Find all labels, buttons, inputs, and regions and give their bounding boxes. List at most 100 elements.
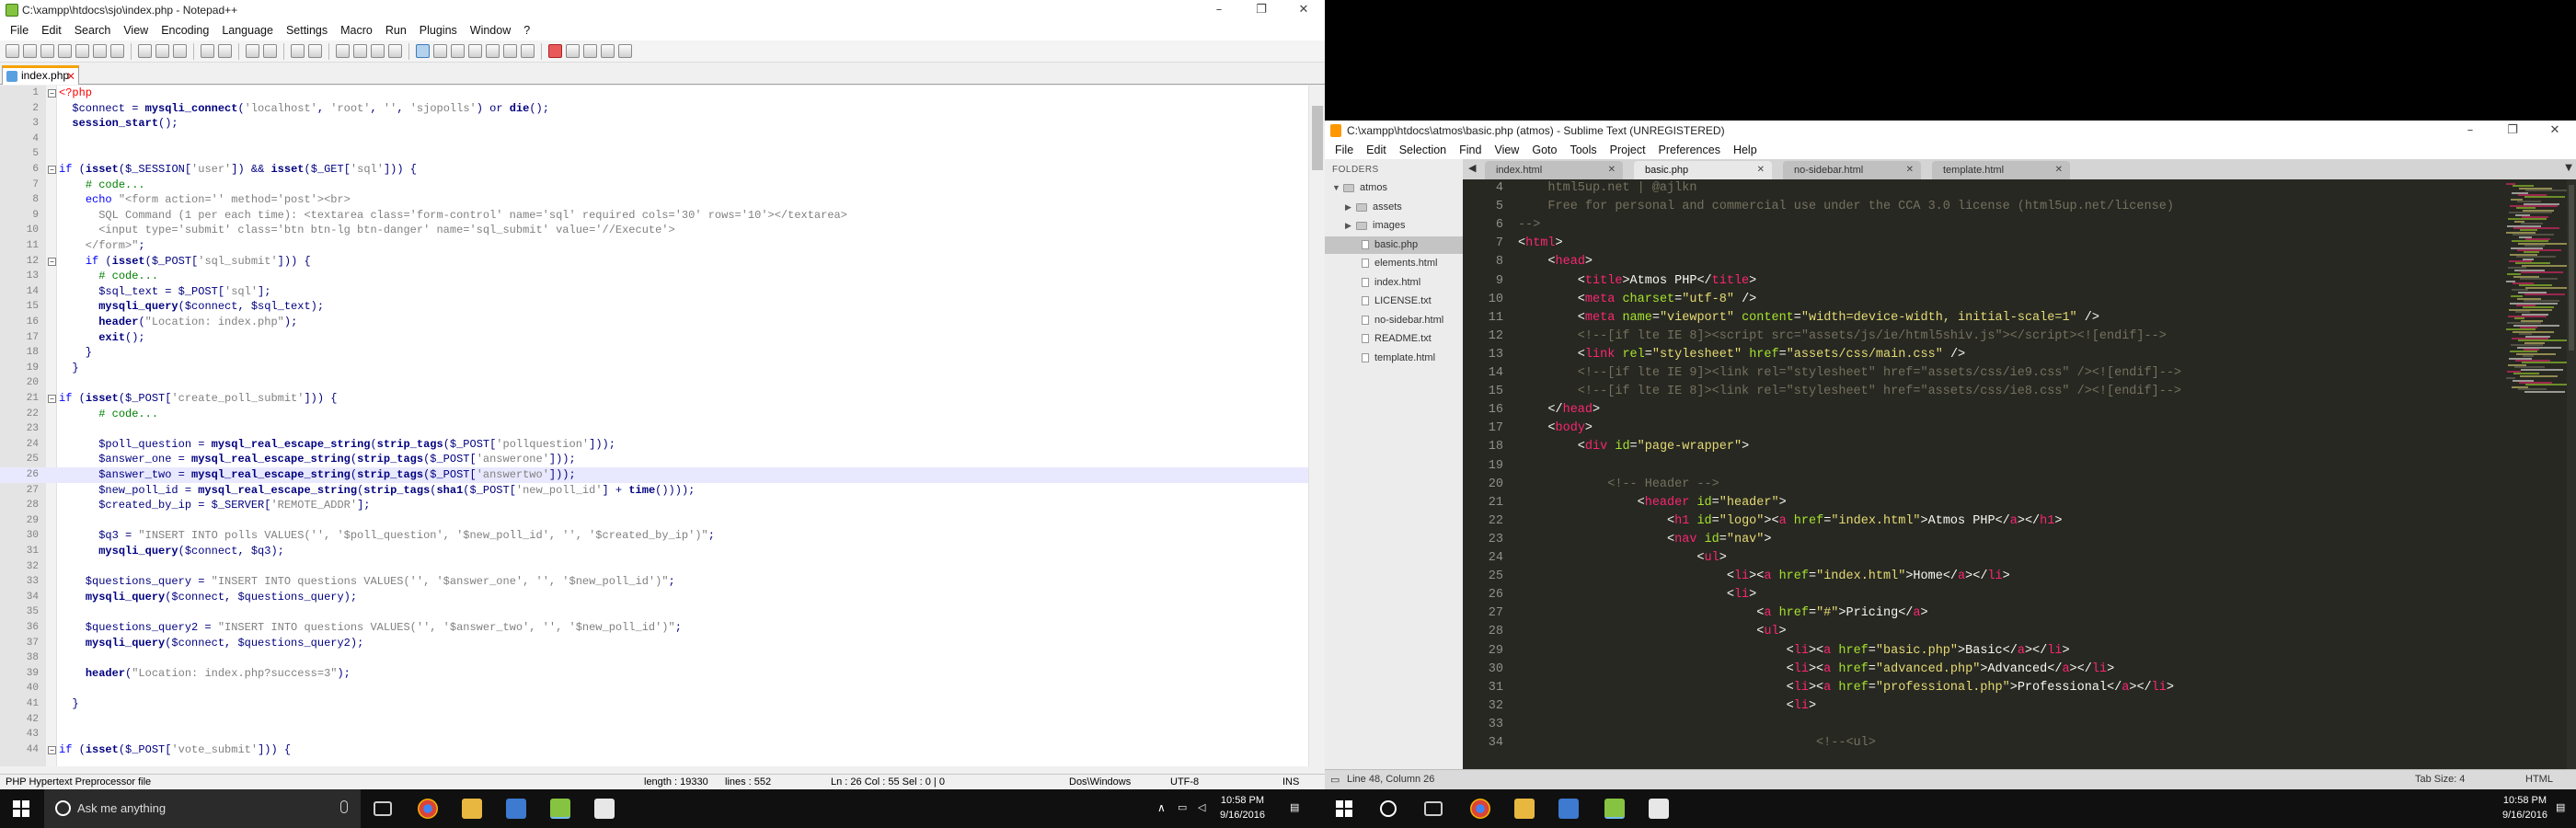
- code-line[interactable]: 28 <ul>: [1463, 623, 2576, 641]
- npp-menu-language[interactable]: Language: [222, 24, 273, 37]
- store-icon[interactable]: [506, 799, 526, 819]
- replace-icon[interactable]: [263, 44, 277, 58]
- code-line[interactable]: 12 <!--[if lte IE 8]><script src="assets…: [1463, 328, 2576, 346]
- chrome-icon[interactable]: [418, 799, 438, 819]
- code-line[interactable]: 5: [0, 146, 1308, 162]
- copy-icon[interactable]: [155, 44, 169, 58]
- play-macro-icon[interactable]: [583, 44, 597, 58]
- code-line[interactable]: 44− if (isset($_POST['vote_submit'])) {: [0, 742, 1308, 758]
- user-language-icon[interactable]: [433, 44, 447, 58]
- fold-toggle-icon[interactable]: −: [48, 745, 56, 754]
- start-button[interactable]: [13, 800, 29, 817]
- npp-menu-plugins[interactable]: Plugins: [420, 24, 457, 37]
- code-line[interactable]: 26 $answer_two = mysql_real_escape_strin…: [0, 467, 1308, 483]
- code-line[interactable]: 20 <!-- Header -->: [1463, 476, 2576, 494]
- volume-icon[interactable]: ◁: [1198, 800, 1205, 815]
- code-line[interactable]: 38: [0, 650, 1308, 666]
- eye-icon[interactable]: [521, 44, 535, 58]
- cortana-icon-secondary[interactable]: [1380, 800, 1397, 817]
- minimize-icon[interactable]: –: [1198, 0, 1240, 20]
- paste-icon[interactable]: [173, 44, 187, 58]
- close-file-icon[interactable]: [75, 44, 89, 58]
- close-tab-icon[interactable]: ✕: [66, 69, 75, 85]
- npp-menu-search[interactable]: Search: [75, 24, 111, 37]
- code-line[interactable]: 29: [0, 513, 1308, 529]
- indent-guide-icon[interactable]: [416, 44, 430, 58]
- npp-horizontal-scrollbar[interactable]: [0, 766, 1308, 774]
- npp-menu-[interactable]: ?: [523, 24, 530, 37]
- collapsed-arrow-icon[interactable]: ▶: [1345, 199, 1351, 216]
- notepad-taskbar-icon[interactable]: [594, 799, 615, 819]
- code-line[interactable]: 14 $sql_text = $_POST['sql'];: [0, 284, 1308, 300]
- code-line[interactable]: 9 <title>Atmos PHP</title>: [1463, 272, 2576, 291]
- code-line[interactable]: 31 <li><a href="professional.php">Profes…: [1463, 679, 2576, 697]
- panel-toggle-icon[interactable]: ▭: [1330, 774, 1340, 786]
- code-line[interactable]: 24 <ul>: [1463, 549, 2576, 568]
- status-syntax[interactable]: HTML: [2525, 774, 2553, 785]
- code-line[interactable]: 15 mysqli_query($connect, $sql_text);: [0, 299, 1308, 315]
- tab-overflow-icon[interactable]: ▼: [2565, 163, 2572, 173]
- code-line[interactable]: 40: [0, 681, 1308, 696]
- cortana-search-box[interactable]: Ask me anything: [44, 789, 361, 828]
- code-line[interactable]: 33: [1463, 716, 2576, 734]
- start-button-secondary[interactable]: [1336, 800, 1352, 817]
- code-line[interactable]: 17 <body>: [1463, 420, 2576, 438]
- close-tab-icon[interactable]: ✕: [2055, 161, 2063, 179]
- code-line[interactable]: 10 <input type='submit' class='btn btn-l…: [0, 223, 1308, 238]
- code-line[interactable]: 22 <h1 id="logo"><a href="index.html">At…: [1463, 512, 2576, 531]
- network-icon[interactable]: ▭: [1178, 800, 1187, 815]
- fold-toggle-icon[interactable]: −: [48, 257, 56, 266]
- fold-toggle-icon[interactable]: −: [48, 166, 56, 174]
- npp-vertical-scrollbar[interactable]: [1308, 86, 1325, 766]
- code-line[interactable]: 42: [0, 712, 1308, 728]
- print-icon[interactable]: [110, 44, 124, 58]
- code-line[interactable]: 21 − if (isset($_POST['create_poll_submit'…: [0, 391, 1308, 407]
- notepadpp-taskbar-icon-secondary[interactable]: [1604, 799, 1625, 819]
- code-line[interactable]: 28 $created_by_ip = $_SERVER['REMOTE_ADD…: [0, 498, 1308, 513]
- zoom-out-icon[interactable]: [308, 44, 322, 58]
- close-icon[interactable]: ✕: [2534, 121, 2576, 141]
- code-line[interactable]: 27 <a href="#">Pricing</a>: [1463, 604, 2576, 623]
- code-line[interactable]: 18 <div id="page-wrapper">: [1463, 438, 2576, 456]
- code-line[interactable]: 36 $questions_query2 = "INSERT INTO ques…: [0, 620, 1308, 636]
- code-line[interactable]: 3 session_start();: [0, 116, 1308, 132]
- microphone-icon[interactable]: [340, 800, 348, 813]
- code-line[interactable]: 19: [1463, 457, 2576, 476]
- fold-toggle-icon[interactable]: −: [48, 89, 56, 98]
- npp-menu-macro[interactable]: Macro: [340, 24, 373, 37]
- code-line[interactable]: 12− if (isset($_POST['sql_submit'])) {: [0, 254, 1308, 270]
- sidebar-item-license-txt[interactable]: LICENSE.txt: [1325, 293, 1463, 310]
- code-line[interactable]: 4: [0, 132, 1308, 147]
- npp-menu-edit[interactable]: Edit: [41, 24, 62, 37]
- expanded-arrow-icon[interactable]: ▼: [1332, 179, 1340, 197]
- code-line[interactable]: 11 <meta name="viewport" content="width=…: [1463, 309, 2576, 328]
- sublime-menu-file[interactable]: File: [1335, 144, 1353, 156]
- sync-horizontal-icon[interactable]: [353, 44, 367, 58]
- sublime-menu-help[interactable]: Help: [1733, 144, 1757, 156]
- code-line[interactable]: 7 <html>: [1463, 235, 2576, 253]
- status-tab-size[interactable]: Tab Size: 4: [2415, 774, 2465, 785]
- code-line[interactable]: 26 <li>: [1463, 586, 2576, 604]
- code-line[interactable]: 21 <header id="header">: [1463, 494, 2576, 512]
- sublime-scrollbar[interactable]: [2567, 179, 2576, 769]
- code-line[interactable]: 8 echo "<form action='' method='post'><b…: [0, 192, 1308, 208]
- new-file-icon[interactable]: [6, 44, 19, 58]
- cut-icon[interactable]: [138, 44, 152, 58]
- code-line[interactable]: 17 exit();: [0, 330, 1308, 346]
- maximize-icon[interactable]: ❐: [2491, 121, 2534, 141]
- code-line[interactable]: 13 # code...: [0, 269, 1308, 284]
- code-line[interactable]: 27 $new_poll_id = mysql_real_escape_stri…: [0, 483, 1308, 499]
- npp-menu-encoding[interactable]: Encoding: [161, 24, 209, 37]
- sidebar-item-images[interactable]: ▶ images: [1325, 217, 1463, 235]
- npp-menu-file[interactable]: File: [10, 24, 29, 37]
- save-icon[interactable]: [40, 44, 54, 58]
- sublime-tab-template-html[interactable]: template.html ✕: [1932, 161, 2070, 179]
- code-line[interactable]: 10 <meta charset="utf-8" />: [1463, 291, 2576, 309]
- save-all-icon[interactable]: [58, 44, 72, 58]
- sublime-menu-goto[interactable]: Goto: [1532, 144, 1557, 156]
- code-line[interactable]: 25 <li><a href="index.html">Home</a></li…: [1463, 568, 2576, 586]
- code-line[interactable]: 20: [0, 375, 1308, 391]
- sublime-tab-basic-php[interactable]: basic.php ✕: [1634, 161, 1772, 179]
- save-macro-icon[interactable]: [618, 44, 632, 58]
- sublime-menu-selection[interactable]: Selection: [1399, 144, 1446, 156]
